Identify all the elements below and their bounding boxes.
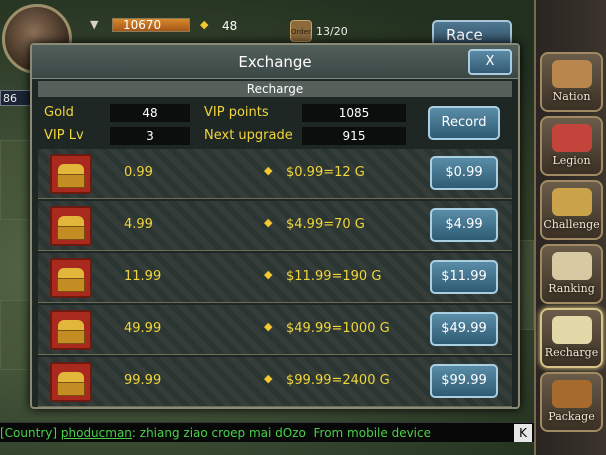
silver-icon: ▼ bbox=[90, 18, 99, 31]
chat-message: : zhiang ziao croep mai dOzo bbox=[131, 426, 306, 440]
recharge-icon bbox=[551, 316, 592, 344]
player-level: 86 bbox=[0, 90, 32, 106]
menu-label: Challenge bbox=[543, 218, 600, 231]
exchange-dialog: Exchange X Recharge Gold 48 VIP points 1… bbox=[30, 43, 520, 409]
package-icon bbox=[551, 380, 592, 408]
recharge-row: 49.99 ◆ $49.99=1000 G $49.99 bbox=[38, 305, 512, 355]
exchange-rate: $4.99=70 G bbox=[286, 217, 365, 232]
section-title: Recharge bbox=[38, 81, 512, 97]
challenge-icon bbox=[551, 188, 592, 216]
gold-chest-icon bbox=[50, 362, 92, 402]
side-menu: Nation Legion Challenge Ranking Recharge… bbox=[534, 0, 606, 455]
silver-amount: 10670 bbox=[112, 18, 190, 32]
menu-label: Package bbox=[548, 410, 595, 423]
chat-toggle-icon[interactable]: K bbox=[514, 424, 532, 442]
menu-legion[interactable]: Legion bbox=[540, 116, 603, 176]
chat-device-note: From mobile device bbox=[313, 426, 431, 440]
vip-level-value: 3 bbox=[110, 127, 190, 145]
gold-ingot-icon: ◆ bbox=[264, 372, 273, 385]
gold-chest-icon bbox=[50, 258, 92, 298]
next-upgrade-value: 915 bbox=[302, 127, 406, 145]
recharge-row: 99.99 ◆ $99.99=2400 G $99.99 bbox=[38, 357, 512, 407]
gold-value: 48 bbox=[110, 104, 190, 122]
menu-challenge[interactable]: Challenge bbox=[540, 180, 603, 240]
account-summary: Gold 48 VIP points 1085 VIP Lv 3 Next up… bbox=[38, 101, 512, 151]
chat-channel: [Country] bbox=[0, 426, 58, 440]
gold-amount: 48 bbox=[222, 19, 238, 33]
recharge-row: 4.99 ◆ $4.99=70 G $4.99 bbox=[38, 201, 512, 251]
menu-label: Legion bbox=[552, 154, 591, 167]
map-tile bbox=[0, 300, 34, 370]
buy-button[interactable]: $0.99 bbox=[430, 156, 498, 190]
menu-ranking[interactable]: Ranking bbox=[540, 244, 603, 304]
menu-label: Ranking bbox=[548, 282, 595, 295]
recharge-list: 0.99 ◆ $0.99=12 G $0.99 4.99 ◆ $4.99=70 … bbox=[38, 149, 512, 407]
menu-recharge[interactable]: Recharge bbox=[540, 308, 603, 368]
menu-label: Recharge bbox=[544, 346, 599, 359]
price: 0.99 bbox=[124, 165, 153, 180]
vip-level-label: VIP Lv bbox=[44, 128, 84, 143]
record-button[interactable]: Record bbox=[428, 106, 500, 140]
gold-chest-icon bbox=[50, 310, 92, 350]
menu-label: Nation bbox=[552, 90, 591, 103]
price: 49.99 bbox=[124, 321, 162, 336]
gold-ingot-icon: ◆ bbox=[264, 216, 273, 229]
next-upgrade-label: Next upgrade bbox=[204, 128, 293, 143]
exchange-rate: $49.99=1000 G bbox=[286, 321, 390, 336]
recharge-row: 11.99 ◆ $11.99=190 G $11.99 bbox=[38, 253, 512, 303]
vip-points-label: VIP points bbox=[204, 105, 269, 120]
chat-bar[interactable]: [Country] phoducman: zhiang ziao croep m… bbox=[0, 422, 534, 442]
ranking-icon bbox=[551, 252, 592, 280]
vip-points-value: 1085 bbox=[302, 104, 406, 122]
dialog-title: Exchange bbox=[238, 53, 312, 71]
buy-button[interactable]: $49.99 bbox=[430, 312, 498, 346]
buy-button[interactable]: $11.99 bbox=[430, 260, 498, 294]
price: 99.99 bbox=[124, 373, 162, 388]
exchange-rate: $0.99=12 G bbox=[286, 165, 365, 180]
buy-button[interactable]: $4.99 bbox=[430, 208, 498, 242]
menu-nation[interactable]: Nation bbox=[540, 52, 603, 112]
order-icon[interactable]: Order bbox=[290, 20, 312, 42]
close-button[interactable]: X bbox=[468, 49, 512, 75]
legion-icon bbox=[551, 124, 592, 152]
exchange-rate: $99.99=2400 G bbox=[286, 373, 390, 388]
gold-chest-icon bbox=[50, 154, 92, 194]
order-count: 13/20 bbox=[316, 25, 348, 38]
gold-ingot-icon: ◆ bbox=[200, 18, 209, 31]
nation-icon bbox=[551, 60, 592, 88]
price: 11.99 bbox=[124, 269, 162, 284]
chat-username[interactable]: phoducman bbox=[61, 426, 132, 440]
gold-ingot-icon: ◆ bbox=[264, 268, 273, 281]
top-bar: 86 ▼ 10670 ◆ 48 Order 13/20 Race bbox=[0, 0, 534, 106]
exchange-rate: $11.99=190 G bbox=[286, 269, 382, 284]
buy-button[interactable]: $99.99 bbox=[430, 364, 498, 398]
price: 4.99 bbox=[124, 217, 153, 232]
recharge-row: 0.99 ◆ $0.99=12 G $0.99 bbox=[38, 149, 512, 199]
gold-chest-icon bbox=[50, 206, 92, 246]
gold-label: Gold bbox=[44, 105, 74, 120]
gold-ingot-icon: ◆ bbox=[264, 164, 273, 177]
gold-ingot-icon: ◆ bbox=[264, 320, 273, 333]
menu-package[interactable]: Package bbox=[540, 372, 603, 432]
